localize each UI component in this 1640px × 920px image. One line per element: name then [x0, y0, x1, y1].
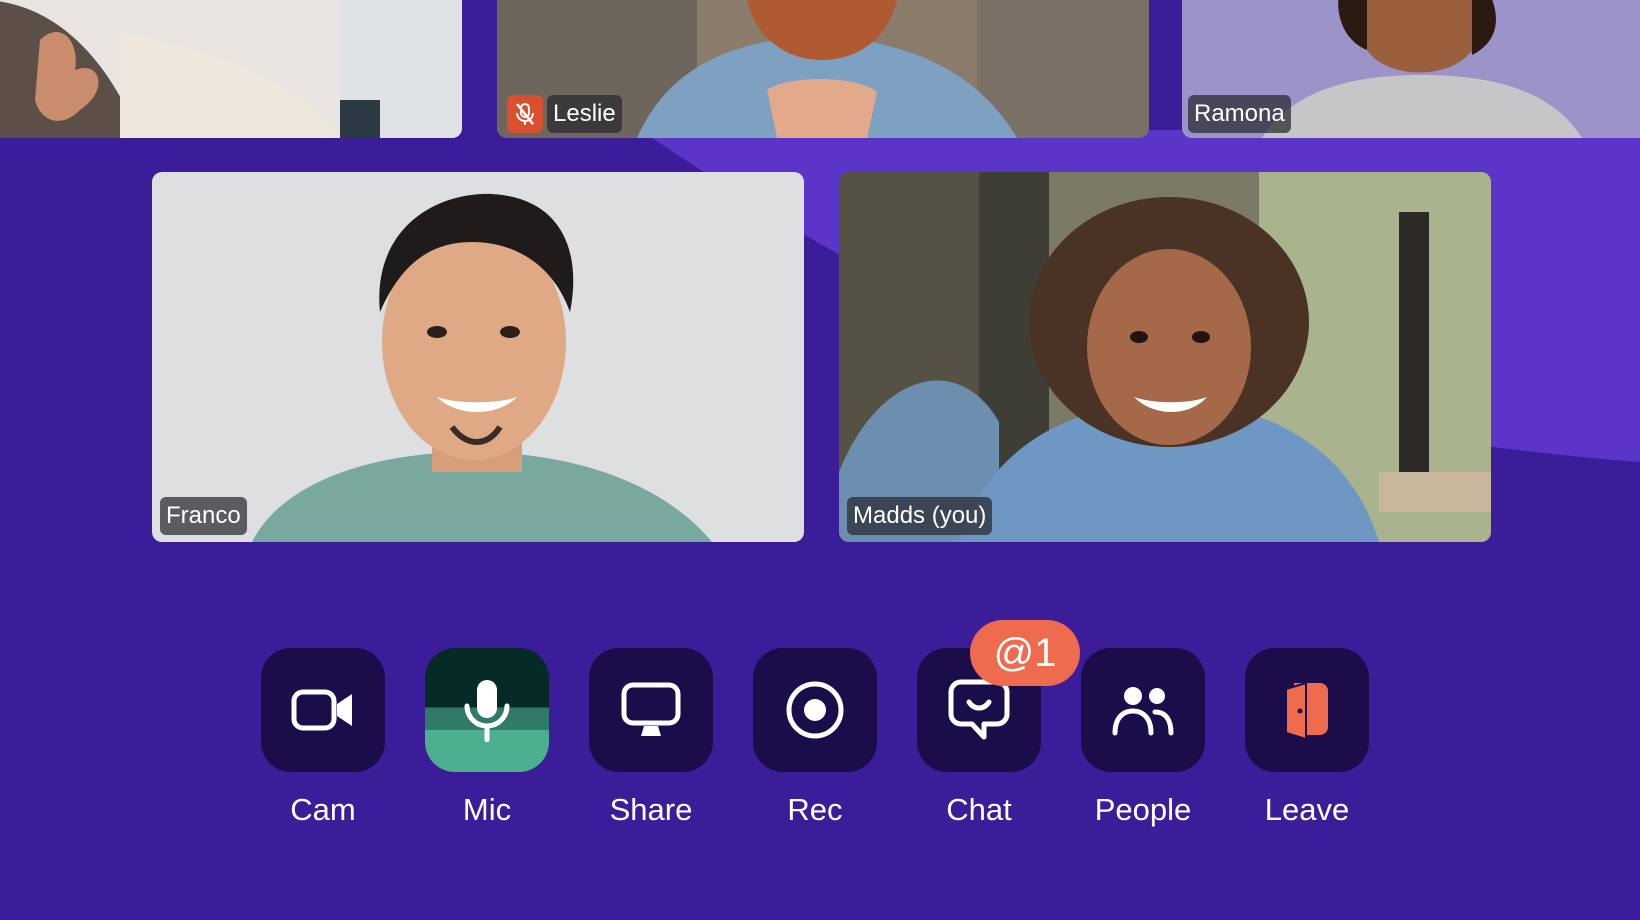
- video-tile-franco[interactable]: Franco: [152, 172, 804, 542]
- people-icon: [1112, 687, 1174, 736]
- video-camera-icon: [291, 689, 352, 731]
- video-tile-ramona[interactable]: Ramona: [1182, 0, 1640, 138]
- rec-control: Rec: [753, 648, 877, 828]
- share-control: Share: [589, 648, 713, 828]
- control-bar: Cam Mic Share Rec Chat People Leave: [0, 648, 1640, 848]
- leave-control: Leave: [1245, 648, 1369, 828]
- monitor-icon: [621, 682, 681, 736]
- record-icon: [786, 681, 844, 739]
- participant-name: Franco: [160, 497, 247, 535]
- video-tile-leslie[interactable]: Leslie: [497, 0, 1149, 138]
- control-label: Cam: [290, 792, 356, 827]
- muted-icon: [507, 95, 543, 133]
- participant-name: Madds (you): [847, 497, 993, 535]
- control-label: Rec: [787, 792, 843, 827]
- cam-button[interactable]: [261, 648, 385, 772]
- participant-name: Ramona: [1188, 95, 1291, 133]
- chat-notification-badge: @1: [970, 620, 1080, 686]
- mic-control: Mic: [425, 648, 549, 828]
- share-button[interactable]: [589, 648, 713, 772]
- rec-button[interactable]: [753, 648, 877, 772]
- leave-button[interactable]: [1245, 648, 1369, 772]
- video-tile-participant-1[interactable]: [0, 0, 462, 138]
- control-label: Leave: [1264, 792, 1350, 827]
- mic-button[interactable]: [425, 648, 549, 772]
- chat-bubble-icon: [948, 679, 1010, 740]
- door-exit-icon: [1285, 681, 1328, 741]
- people-control: People: [1081, 648, 1205, 828]
- video-tile-madds-self[interactable]: Madds (you): [839, 172, 1491, 542]
- call-stage: Leslie Ramona Franco Madds (you) Cam Mic…: [0, 0, 1640, 920]
- control-label: Mic: [462, 792, 512, 827]
- control-label: People: [1094, 792, 1192, 827]
- control-label: Share: [609, 792, 693, 827]
- control-label: Chat: [946, 792, 1012, 827]
- cam-control: Cam: [261, 648, 385, 828]
- people-button[interactable]: [1081, 648, 1205, 772]
- participant-name: Leslie: [547, 95, 622, 133]
- microphone-icon: [464, 680, 510, 742]
